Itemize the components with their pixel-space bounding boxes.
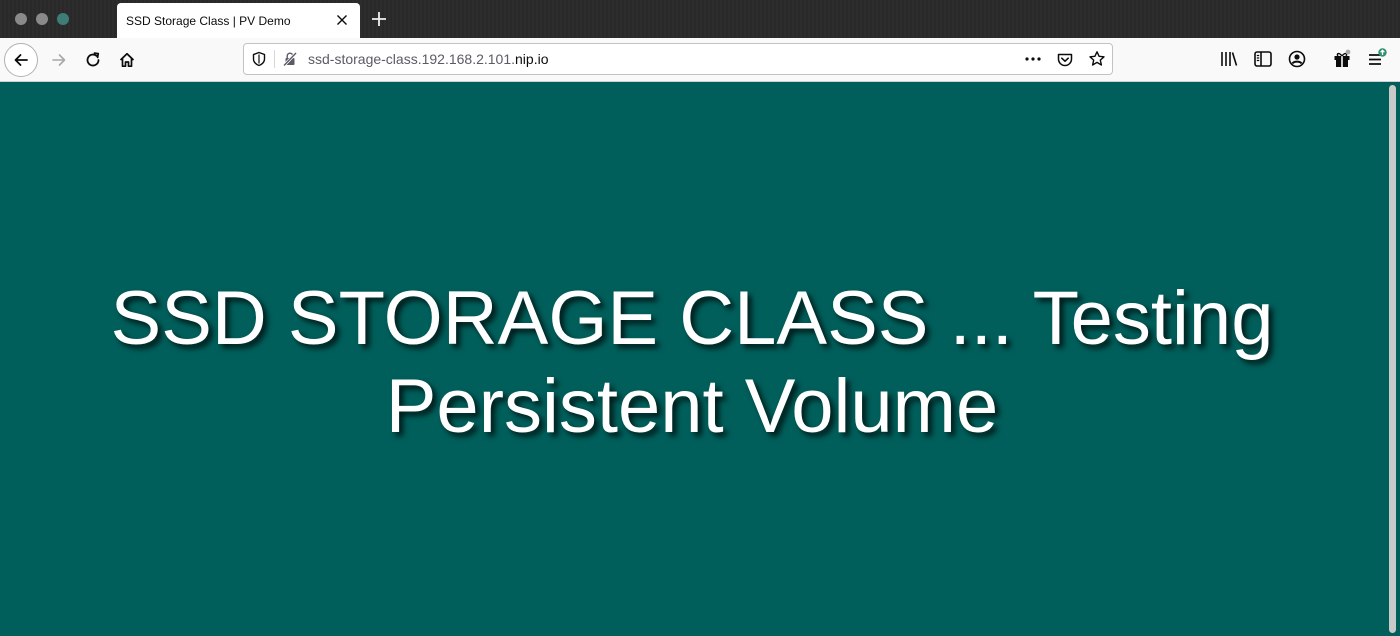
star-icon[interactable] [1088, 50, 1106, 68]
close-icon[interactable] [334, 12, 350, 28]
window-maximize-button[interactable] [57, 13, 69, 25]
url-host: nip.io [515, 51, 549, 67]
home-button[interactable] [112, 45, 142, 75]
headline-line-1: SSD STORAGE CLASS ... Testing [110, 276, 1274, 361]
address-bar[interactable]: ssd-storage-class.192.168.2.101.nip.io [243, 43, 1113, 75]
new-tab-plus-icon[interactable] [369, 9, 389, 29]
page-headline: SSD STORAGE CLASS ... Testing Persistent… [0, 275, 1384, 451]
forward-arrow-icon [52, 54, 66, 66]
reload-button[interactable] [78, 45, 108, 75]
reload-icon [86, 52, 100, 67]
tab-strip: SSD Storage Class | PV Demo [0, 0, 1400, 38]
library-icon[interactable] [1218, 48, 1240, 70]
insecure-lock-icon[interactable] [282, 51, 298, 67]
scrollbar-thumb[interactable] [1389, 85, 1396, 633]
window-minimize-button[interactable] [36, 13, 48, 25]
url-prefix: ssd-storage-class.192.168.2.101. [308, 51, 516, 67]
more-horizontal-icon[interactable] [1024, 51, 1042, 67]
back-arrow-icon [14, 54, 28, 66]
hamburger-menu-icon[interactable] [1366, 48, 1388, 70]
vertical-scrollbar[interactable] [1385, 82, 1400, 636]
pocket-icon[interactable] [1056, 51, 1074, 69]
forward-button[interactable] [44, 45, 74, 75]
headline-line-2: Persistent Volume [385, 364, 999, 449]
account-icon[interactable] [1286, 48, 1308, 70]
page-viewport: SSD STORAGE CLASS ... Testing Persistent… [0, 82, 1400, 636]
home-icon [119, 52, 135, 68]
url-separator [274, 50, 275, 68]
gift-icon[interactable] [1331, 48, 1353, 70]
url-text[interactable]: ssd-storage-class.192.168.2.101.nip.io [308, 51, 548, 67]
sidebar-icon[interactable] [1252, 48, 1274, 70]
browser-tab-active[interactable]: SSD Storage Class | PV Demo [117, 3, 360, 38]
tab-title: SSD Storage Class | PV Demo [126, 14, 291, 28]
navigation-toolbar: ssd-storage-class.192.168.2.101.nip.io [0, 38, 1400, 82]
shield-icon[interactable] [251, 51, 267, 67]
back-button[interactable] [4, 43, 38, 77]
window-close-button[interactable] [15, 13, 27, 25]
